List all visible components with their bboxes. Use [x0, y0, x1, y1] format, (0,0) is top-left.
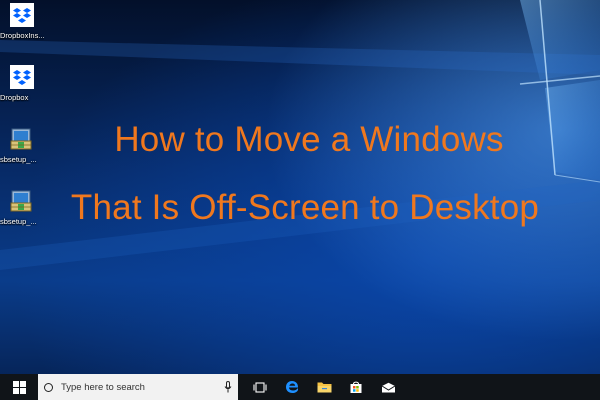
desktop: DropboxIns... Dropbox sbsetup_... sbsetu…	[0, 0, 600, 374]
windows-logo-wallpaper	[0, 0, 600, 270]
mail-icon	[381, 382, 395, 392]
edge-icon	[286, 381, 299, 393]
windows-logo-icon	[12, 380, 26, 394]
taskbar-search-box[interactable]: Type here to search	[38, 374, 238, 400]
search-circle-icon	[44, 382, 53, 392]
taskbar: Type here to search	[0, 374, 600, 400]
headline-line-2: That Is Off-Screen to Desktop	[70, 188, 540, 227]
desktop-icon-dropbox[interactable]: Dropbox	[0, 64, 44, 114]
edge-button[interactable]	[276, 374, 308, 400]
store-icon	[350, 381, 362, 393]
mail-button[interactable]	[372, 374, 404, 400]
dropbox-icon	[9, 64, 35, 90]
file-explorer-button[interactable]	[308, 374, 340, 400]
desktop-icon-label: Dropbox	[0, 93, 29, 102]
search-placeholder: Type here to search	[61, 381, 145, 393]
dropbox-installer-icon	[9, 2, 35, 28]
start-button[interactable]	[0, 374, 38, 400]
store-button[interactable]	[340, 374, 372, 400]
desktop-icon-label: DropboxIns...	[0, 31, 44, 40]
headline-line-1: How to Move a Windows	[114, 120, 504, 159]
task-view-button[interactable]	[244, 374, 276, 400]
microphone-icon[interactable]	[224, 381, 232, 393]
task-view-icon	[253, 381, 267, 393]
folder-icon	[317, 382, 331, 393]
desktop-icon-dropbox-installer[interactable]: DropboxIns...	[0, 2, 44, 52]
